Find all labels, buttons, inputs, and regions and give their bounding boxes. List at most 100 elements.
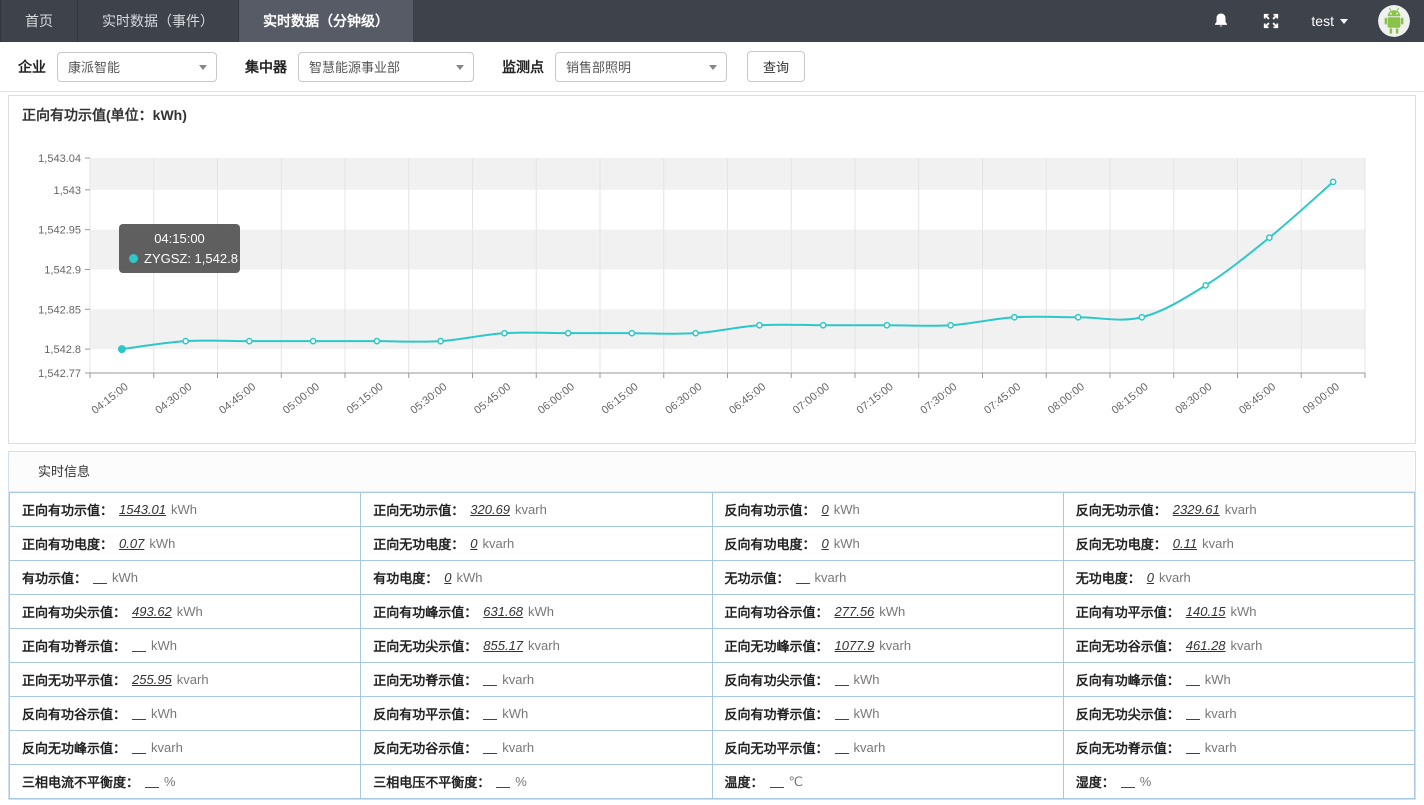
info-cell-label: 反向无功尖示值：	[1076, 704, 1180, 723]
info-cell: 正向无功脊示值：kvarh	[361, 663, 712, 697]
info-cell-value	[132, 707, 146, 720]
info-cell-value[interactable]: 1543.01	[119, 502, 166, 517]
concentrator-select[interactable]: 智慧能源事业部	[298, 52, 474, 82]
info-cell-label: 正向有功谷示值：	[725, 602, 829, 621]
svg-text:06:00:00: 06:00:00	[536, 381, 577, 417]
svg-text:04:30:00: 04:30:00	[153, 381, 194, 417]
realtime-info-table: 正向有功示值：1543.01kWh正向无功示值：320.69kvarh反向有功示…	[9, 492, 1415, 799]
svg-text:08:30:00: 08:30:00	[1173, 381, 1214, 417]
top-navbar: 首页实时数据（事件）实时数据（分钟级） test	[0, 0, 1424, 42]
info-cell-label: 湿度：	[1076, 772, 1115, 791]
user-avatar[interactable]	[1378, 5, 1410, 37]
info-cell-unit: kWh	[171, 502, 197, 517]
info-cell-label: 正向无功电度：	[373, 534, 464, 553]
fullscreen-icon[interactable]	[1261, 11, 1281, 31]
info-cell: 反向有功峰示值：kWh	[1064, 663, 1415, 697]
info-cell-value[interactable]: 277.56	[835, 604, 875, 619]
monitor-point-label: 监测点	[502, 57, 544, 77]
svg-text:08:00:00: 08:00:00	[1046, 381, 1087, 417]
info-cell-label: 反向有功谷示值：	[22, 704, 126, 723]
info-cell: 正向无功谷示值：461.28kvarh	[1064, 629, 1415, 663]
svg-text:05:30:00: 05:30:00	[408, 381, 449, 417]
info-cell: 反向有功谷示值：kWh	[10, 697, 361, 731]
info-cell-value[interactable]: 1077.9	[835, 638, 875, 653]
monitor-point-select[interactable]: 销售部照明	[555, 52, 727, 82]
filter-bar: 企业 康派智能 集中器 智慧能源事业部 监测点 销售部照明 查询	[0, 42, 1424, 92]
info-cell-unit: kWh	[149, 536, 175, 551]
nav-tab-2[interactable]: 实时数据（分钟级）	[239, 0, 413, 42]
info-cell-label: 正向有功示值：	[22, 500, 113, 519]
info-cell-label: 正向有功尖示值：	[22, 602, 126, 621]
info-cell-value[interactable]: 493.62	[132, 604, 172, 619]
info-cell-value[interactable]: 0.07	[119, 536, 144, 551]
info-cell: 正向有功峰示值： 631.68 kWh	[361, 595, 712, 629]
svg-text:1,542.9: 1,542.9	[44, 264, 81, 276]
info-cell-label: 正向有功脊示值：	[22, 636, 126, 655]
info-cell-unit: kWh	[528, 604, 554, 619]
info-cell-value	[770, 775, 784, 788]
svg-text:07:30:00: 07:30:00	[918, 381, 959, 417]
enterprise-select[interactable]: 康派智能	[57, 52, 217, 82]
svg-text:08:15:00: 08:15:00	[1110, 381, 1151, 417]
info-cell: 反向无功峰示值：kvarh	[10, 731, 361, 765]
info-cell-value[interactable]: 0	[444, 570, 451, 585]
info-cell-unit: kWh	[834, 536, 860, 551]
info-cell-value	[483, 741, 497, 754]
info-cell-label: 反向无功电度：	[1076, 534, 1167, 553]
info-cell-value[interactable]: 140.15	[1186, 604, 1226, 619]
info-cell-label: 正向有功峰示值：	[373, 602, 477, 621]
info-cell-value	[1186, 673, 1200, 686]
info-cell-value[interactable]: 0	[822, 536, 829, 551]
nav-tab-0[interactable]: 首页	[0, 0, 78, 42]
info-cell-label: 正向无功峰示值：	[725, 636, 829, 655]
info-cell: 反向无功电度：0.11kvarh	[1064, 527, 1415, 561]
tooltip-value: ZYGSZ: 1,542.8	[144, 250, 238, 267]
info-cell-label: 有功电度：	[373, 568, 438, 587]
info-cell-value[interactable]: 0	[822, 502, 829, 517]
enterprise-label: 企业	[18, 57, 46, 77]
info-cell: 正向有功脊示值：kWh	[10, 629, 361, 663]
info-cell-label: 反向无功平示值：	[725, 738, 829, 757]
info-cell-unit: kvarh	[483, 536, 515, 551]
svg-text:1,542.85: 1,542.85	[38, 304, 81, 316]
info-cell-value[interactable]: 255.95	[132, 672, 172, 687]
info-cell-value[interactable]: 631.68	[483, 604, 523, 619]
info-cell-value[interactable]: 0.11	[1173, 536, 1197, 551]
info-cell-value	[1186, 741, 1200, 754]
info-cell-label: 正向有功电度：	[22, 534, 113, 553]
monitor-point-filter: 监测点 销售部照明	[502, 52, 727, 82]
notification-bell-icon[interactable]	[1211, 11, 1231, 31]
info-cell-value[interactable]: 855.17	[483, 638, 523, 653]
info-cell-label: 正向有功平示值：	[1076, 602, 1180, 621]
nav-tab-1[interactable]: 实时数据（事件）	[78, 0, 239, 42]
info-cell: 反向有功示值： 0 kWh	[713, 493, 1064, 527]
svg-text:05:45:00: 05:45:00	[472, 381, 513, 417]
info-cell-label: 有功示值：	[22, 568, 87, 587]
query-button[interactable]: 查询	[747, 51, 805, 82]
info-cell-unit: kvarh	[151, 740, 183, 755]
info-cell-label: 反向有功示值：	[725, 500, 816, 519]
info-cell-label: 三相电流不平衡度：	[22, 772, 139, 791]
info-cell-value[interactable]: 2329.61	[1173, 502, 1220, 517]
info-cell-value	[483, 673, 497, 686]
info-cell-value[interactable]: 320.69	[470, 502, 510, 517]
info-cell-value	[93, 571, 107, 584]
svg-text:06:45:00: 06:45:00	[727, 381, 768, 417]
info-cell-label: 无功电度：	[1076, 568, 1141, 587]
info-cell-value[interactable]: 0	[1147, 570, 1154, 585]
info-cell: 正向有功谷示值：277.56kWh	[713, 595, 1064, 629]
info-cell-value[interactable]: 0	[470, 536, 477, 551]
enterprise-filter: 企业 康派智能	[18, 52, 217, 82]
info-cell-label: 无功示值：	[725, 568, 790, 587]
user-dropdown[interactable]: test	[1311, 13, 1348, 29]
svg-text:04:45:00: 04:45:00	[217, 381, 258, 417]
info-cell-value[interactable]: 461.28	[1186, 638, 1226, 653]
info-cell-value	[1186, 707, 1200, 720]
info-cell-label: 反向有功尖示值：	[725, 670, 829, 689]
info-cell: 反向有功电度：0kWh	[713, 527, 1064, 561]
info-cell: 反向有功平示值：kWh	[361, 697, 712, 731]
info-cell-unit: kWh	[834, 502, 860, 517]
series-dot-icon	[129, 254, 138, 263]
concentrator-label: 集中器	[245, 57, 287, 77]
info-cell-unit: kWh	[854, 706, 880, 721]
